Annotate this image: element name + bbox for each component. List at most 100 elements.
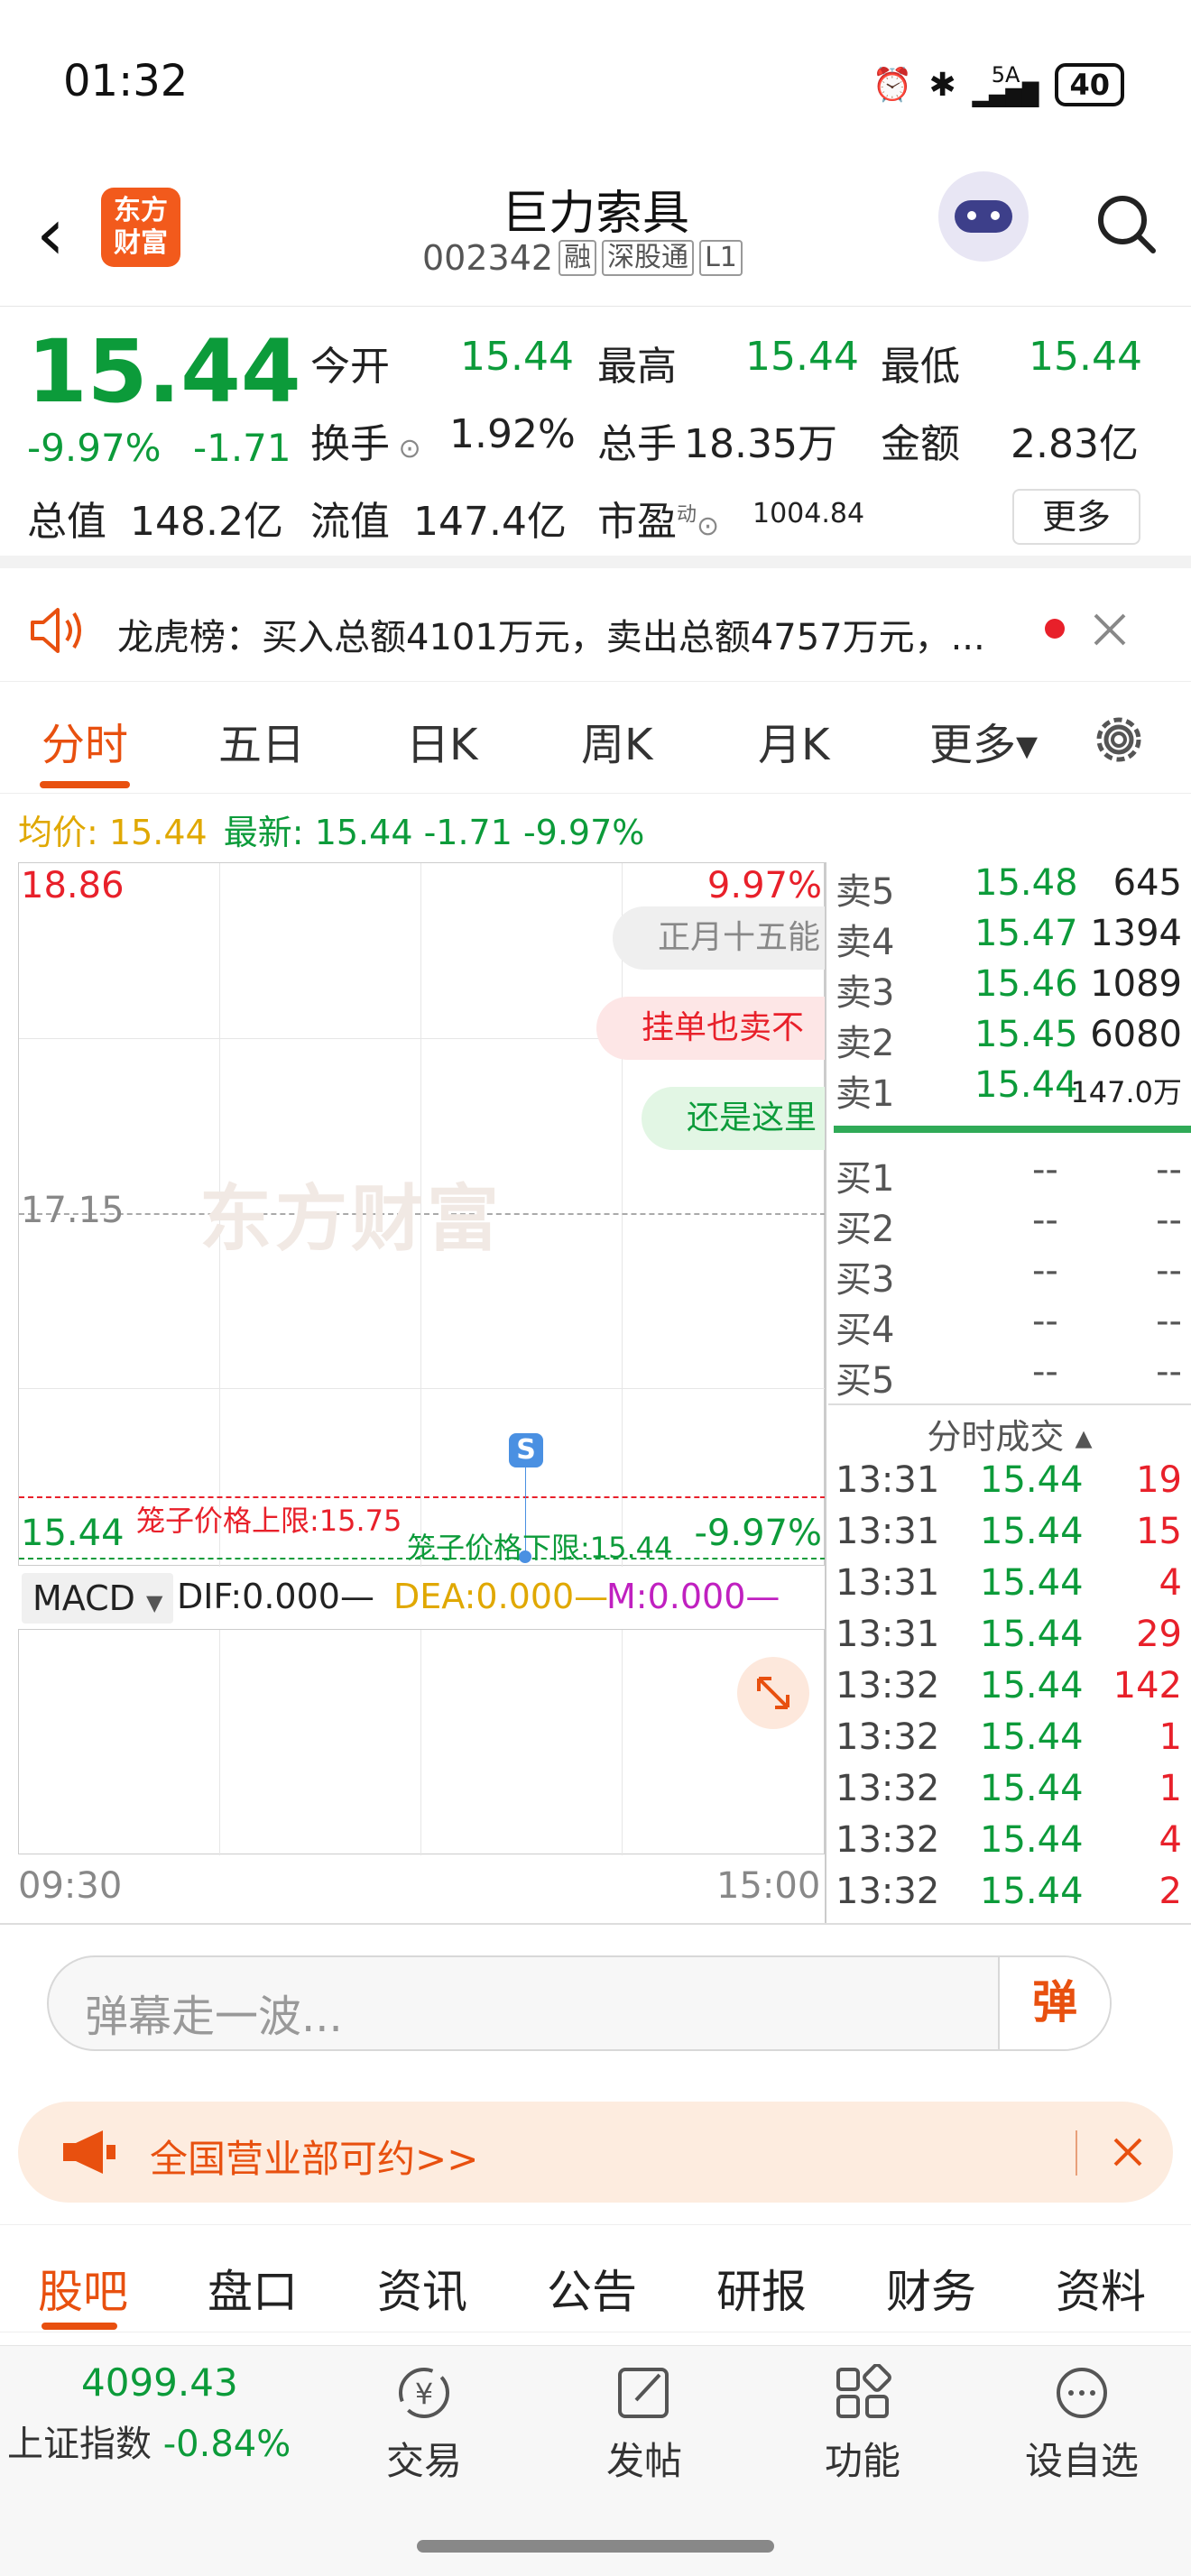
tab-five-day[interactable]: 五日	[218, 709, 305, 772]
ask-volume: 645	[1113, 862, 1182, 904]
ticks-title[interactable]: 分时成交 ▴	[828, 1409, 1191, 1458]
nav-post[interactable]: 发帖	[590, 2364, 698, 2486]
tick-time: 13:31	[836, 1459, 940, 1501]
assistant-robot-avatar[interactable]	[938, 171, 1029, 262]
tick-row: 13:31 15.44 19	[828, 1459, 1189, 1510]
ask-row: 卖4 15.47 1394	[828, 913, 1189, 963]
notice-text: 龙虎榜：买入总额4101万元，卖出总额4757万元，...	[117, 617, 985, 658]
gear-icon[interactable]	[1088, 709, 1149, 770]
price-change: -9.97% -1.71	[27, 426, 291, 470]
tick-row: 13:31 15.44 4	[828, 1562, 1189, 1613]
info-icon: ⊙	[390, 433, 421, 465]
tick-row: 13:31 15.44 15	[828, 1511, 1189, 1561]
notice-bar[interactable]: 龙虎榜：买入总额4101万元，卖出总额4757万元，...	[0, 581, 1191, 682]
danmu-button[interactable]: 弹	[998, 1957, 1110, 2049]
nav-add-watchlist[interactable]: 设自选	[1014, 2364, 1149, 2486]
more-button[interactable]: 更多	[1012, 489, 1140, 545]
nav-post-label: 发帖	[605, 2439, 682, 2483]
bid-price: --	[1032, 1301, 1058, 1342]
battery-icon: 40	[1055, 63, 1124, 106]
tick-time: 13:32	[836, 1871, 940, 1912]
tick-price: 15.44	[980, 1614, 1084, 1655]
tab-announcements[interactable]: 公告	[547, 2256, 637, 2321]
comment-bubble[interactable]: 挂单也卖不	[596, 997, 826, 1060]
index-row[interactable]: 上证指数 -0.84%	[7, 2415, 291, 2467]
amount-value: 2.83亿	[1011, 421, 1139, 467]
pe-value: 1004.84	[752, 498, 865, 529]
promo-divider	[1076, 2130, 1077, 2176]
info-icon: ⊙	[697, 511, 720, 542]
change-amount: -1.71	[192, 426, 291, 470]
index-change: -0.84%	[162, 2424, 291, 2465]
nav-add-watchlist-label: 设自选	[1024, 2439, 1139, 2483]
svg-text:¥: ¥	[415, 2377, 433, 2411]
ask-volume: 1394	[1090, 913, 1182, 954]
close-icon[interactable]	[1112, 2136, 1144, 2168]
tick-price: 15.44	[980, 1768, 1084, 1809]
average-price-line: 均价: 15.44 最新: 15.44 -1.71 -9.97%	[18, 805, 644, 854]
tab-more[interactable]: 更多▾	[929, 709, 1038, 772]
pe-label[interactable]: 市盈动⊙	[597, 489, 719, 547]
macd-chart[interactable]	[18, 1629, 825, 1855]
tab-weekly-k[interactable]: 周K	[581, 709, 652, 772]
tab-news[interactable]: 资讯	[377, 2256, 467, 2321]
bid-price: --	[1032, 1149, 1058, 1191]
bottom-price-label: 15.44	[21, 1513, 125, 1554]
promo-text: 全国营业部可约>>	[150, 2137, 479, 2181]
macd-m: M:0.000—	[606, 1577, 780, 1616]
stock-code-row: 002342 融 深股通 L1	[422, 238, 743, 278]
intraday-chart[interactable]: 东方财富 18.86 9.97% 17.15 15.44 -9.97% 正月十五…	[18, 862, 826, 1567]
nav-functions[interactable]: 功能	[808, 2363, 917, 2486]
alarm-icon: ⏰	[872, 67, 913, 104]
yen-exchange-icon: ¥	[399, 2368, 449, 2418]
sell-marker[interactable]: S	[509, 1433, 543, 1467]
margin-tag: 融	[559, 240, 597, 276]
tick-time: 13:32	[836, 1768, 940, 1809]
indicator-selector[interactable]: MACD ▼	[22, 1573, 174, 1624]
tab-daily-k[interactable]: 日K	[406, 709, 477, 772]
level-tag: L1	[699, 240, 743, 276]
current-price: 15.44	[27, 321, 301, 422]
indicator-name: MACD	[32, 1578, 135, 1618]
pe-superscript: 动	[677, 503, 697, 527]
tab-reports[interactable]: 研报	[716, 2256, 807, 2321]
tick-price: 15.44	[980, 1511, 1084, 1552]
grid-icon	[836, 2363, 891, 2418]
speaker-icon	[31, 608, 81, 653]
tick-price: 15.44	[980, 1665, 1084, 1707]
promo-banner[interactable]: 全国营业部可约>>	[18, 2102, 1173, 2203]
comment-bubble[interactable]: 正月十五能	[613, 906, 826, 970]
change-percent: -9.97%	[27, 426, 162, 470]
turnover-label[interactable]: 换手 ⊙	[310, 411, 421, 469]
bottom-pct-label: -9.97%	[694, 1513, 822, 1554]
open-value: 15.44	[460, 334, 574, 380]
bid-volume: --	[1156, 1351, 1182, 1393]
danmu-placeholder: 弹幕走一波...	[85, 1992, 343, 2042]
signal-icon: 5A ▂▄▆█	[972, 62, 1039, 107]
home-indicator[interactable]	[417, 2540, 774, 2553]
tick-row: 13:32 15.44 142	[828, 1665, 1189, 1716]
search-icon[interactable]	[1094, 191, 1159, 256]
nav-trade[interactable]: ¥ 交易	[370, 2364, 478, 2486]
tab-profile[interactable]: 资料	[1056, 2256, 1146, 2321]
tab-monthly-k[interactable]: 月K	[758, 709, 829, 772]
comment-bubble[interactable]: 还是这里	[642, 1087, 826, 1150]
ask-label: 卖4	[836, 922, 895, 963]
expand-icon[interactable]	[737, 1657, 809, 1729]
ask-label: 卖3	[836, 972, 895, 1014]
tab-handicap[interactable]: 盘口	[208, 2256, 298, 2321]
stock-code: 002342	[422, 238, 554, 278]
unread-dot	[1045, 619, 1065, 639]
tick-volume: 19	[1136, 1459, 1182, 1501]
upper-limit-label: 笼子价格上限:15.75	[136, 1504, 402, 1538]
tab-intraday[interactable]: 分时	[42, 709, 128, 772]
chevron-down-icon: ▼	[146, 1590, 163, 1615]
index-value[interactable]: 4099.43	[81, 2360, 238, 2405]
tick-volume: 15	[1136, 1511, 1182, 1552]
danmu-input[interactable]: 弹幕走一波... 弹	[47, 1955, 1112, 2051]
tab-forum[interactable]: 股吧	[38, 2256, 128, 2321]
close-icon[interactable]	[1092, 612, 1128, 648]
mid-price-label: 17.15	[21, 1190, 125, 1231]
high-value: 15.44	[745, 334, 859, 380]
tab-financials[interactable]: 财务	[886, 2256, 976, 2321]
